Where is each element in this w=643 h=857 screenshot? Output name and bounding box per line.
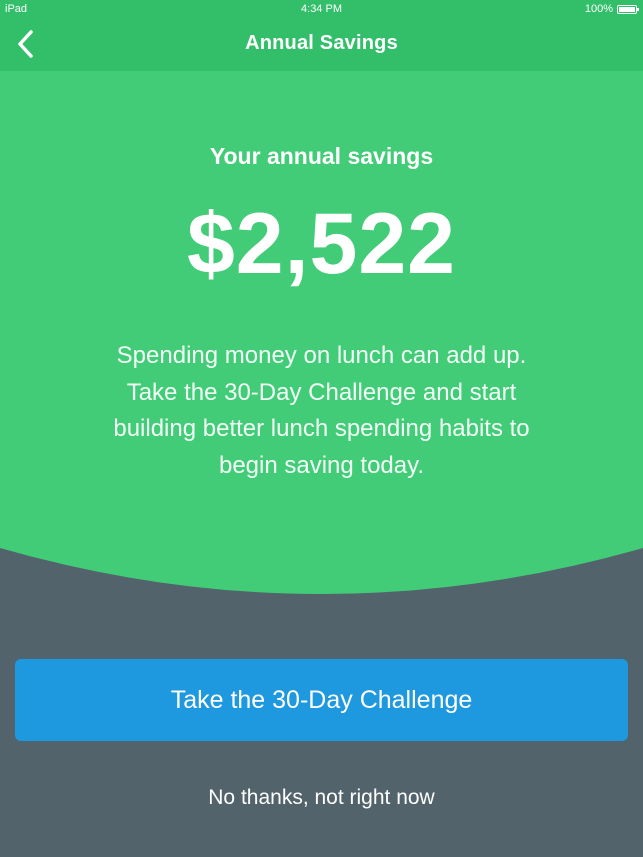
battery-percentage: 100% [584, 3, 613, 15]
navigation-bar: Annual Savings [0, 20, 643, 71]
savings-amount: $2,522 [186, 196, 457, 292]
battery-indicator: 100% [584, 0, 639, 18]
status-bar: iPad 4:34 PM 100% [0, 0, 643, 20]
savings-description: Spending money on lunch can add up. Take… [113, 342, 530, 479]
savings-hero: Your annual savings $2,522 Spending mone… [0, 71, 643, 591]
savings-heading: Your annual savings [209, 143, 434, 169]
page-title: Annual Savings [245, 32, 398, 54]
decline-link[interactable]: No thanks, not right now [0, 786, 643, 810]
take-challenge-button[interactable]: Take the 30-Day Challenge [15, 659, 628, 741]
battery-icon [617, 4, 639, 14]
battery-fill [619, 6, 635, 12]
status-time: 4:34 PM [301, 3, 342, 15]
